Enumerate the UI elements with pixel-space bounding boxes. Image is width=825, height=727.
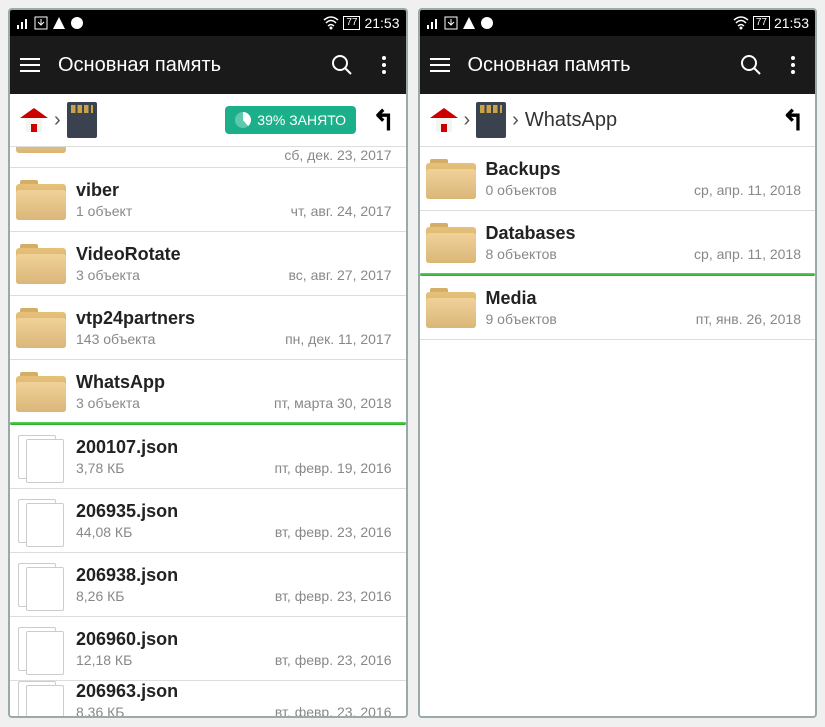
status-bar: 77 21:53 [420, 10, 816, 36]
action-bar: Основная память [420, 36, 816, 94]
home-icon[interactable] [430, 106, 458, 134]
warning-icon [52, 16, 66, 30]
folder-icon [16, 372, 66, 412]
search-icon[interactable] [330, 53, 354, 77]
list-item[interactable]: 206938.json8,26 КБвт, февр. 23, 2016 [10, 553, 406, 617]
home-icon[interactable] [20, 106, 48, 134]
folder-icon [16, 308, 66, 348]
download-icon [444, 16, 458, 30]
menu-icon[interactable] [20, 58, 40, 72]
folder-icon [426, 159, 476, 199]
clock: 21:53 [364, 15, 399, 31]
action-bar: Основная память [10, 36, 406, 94]
folder-icon [16, 244, 66, 284]
list-item[interactable]: vtp24partners143 объектапн, дек. 11, 201… [10, 296, 406, 360]
up-icon[interactable]: ↰ [782, 104, 805, 137]
list-item-whatsapp[interactable]: WhatsApp3 объектапт, марта 30, 2018 [10, 360, 406, 424]
menu-icon[interactable] [430, 58, 450, 72]
status-bar: 77 21:53 [10, 10, 406, 36]
chevron-icon: › [54, 109, 61, 132]
crumb-whatsapp[interactable]: WhatsApp [525, 109, 617, 132]
list-item[interactable]: Backups0 объектовср, апр. 11, 2018 [420, 147, 816, 211]
sdcard-icon[interactable] [67, 102, 97, 138]
sdcard-icon[interactable] [476, 102, 506, 138]
file-icon [16, 681, 66, 716]
file-icon [16, 499, 66, 543]
more-icon[interactable] [781, 53, 805, 77]
list-item[interactable]: viber1 объектчт, авг. 24, 2017 [10, 168, 406, 232]
signal-icon [16, 16, 30, 30]
chevron-icon: › [464, 109, 471, 132]
folder-icon [426, 288, 476, 328]
up-icon[interactable]: ↰ [372, 104, 395, 137]
more-icon[interactable] [372, 53, 396, 77]
search-icon[interactable] [739, 53, 763, 77]
list-item[interactable]: 200107.json3,78 КБпт, февр. 19, 2016 [10, 425, 406, 489]
list-item[interactable]: Media9 объектовпт, янв. 26, 2018 [420, 276, 816, 340]
battery-level: 77 [753, 16, 770, 30]
list-item[interactable]: 206963.json8,36 КБвт, февр. 23, 2016 [10, 681, 406, 716]
warning-icon [462, 16, 476, 30]
file-icon [16, 563, 66, 607]
wifi-icon [323, 16, 339, 30]
list-item[interactable]: 206935.json44,08 КБвт, февр. 23, 2016 [10, 489, 406, 553]
battery-level: 77 [343, 16, 360, 30]
chevron-icon: › [512, 109, 519, 132]
folder-icon [426, 223, 476, 263]
breadcrumb: › › WhatsApp ↰ [420, 94, 816, 147]
clock: 21:53 [774, 15, 809, 31]
list-item[interactable]: VideoRotate3 объектавс, авг. 27, 2017 [10, 232, 406, 296]
pie-icon [235, 112, 251, 128]
phone-right: 77 21:53 Основная память › › WhatsApp ↰ … [418, 8, 818, 718]
folder-icon [16, 180, 66, 220]
storage-text: 39% ЗАНЯТО [257, 112, 346, 128]
file-icon [16, 435, 66, 479]
sync-icon [480, 16, 494, 30]
wifi-icon [733, 16, 749, 30]
phone-left: 77 21:53 Основная память › 39% ЗАНЯТО ↰ … [8, 8, 408, 718]
file-icon [16, 627, 66, 671]
list-item[interactable]: сб, дек. 23, 2017 [10, 147, 406, 168]
page-title: Основная память [58, 54, 312, 77]
storage-badge[interactable]: 39% ЗАНЯТО [225, 106, 356, 134]
list-item-databases[interactable]: Databases8 объектовср, апр. 11, 2018 [420, 211, 816, 275]
file-list[interactable]: Backups0 объектовср, апр. 11, 2018 Datab… [420, 147, 816, 716]
sync-icon [70, 16, 84, 30]
file-list[interactable]: сб, дек. 23, 2017 viber1 объектчт, авг. … [10, 147, 406, 716]
download-icon [34, 16, 48, 30]
list-item[interactable]: 206960.json12,18 КБвт, февр. 23, 2016 [10, 617, 406, 681]
page-title: Основная память [468, 54, 722, 77]
signal-icon [426, 16, 440, 30]
breadcrumb: › 39% ЗАНЯТО ↰ [10, 94, 406, 147]
